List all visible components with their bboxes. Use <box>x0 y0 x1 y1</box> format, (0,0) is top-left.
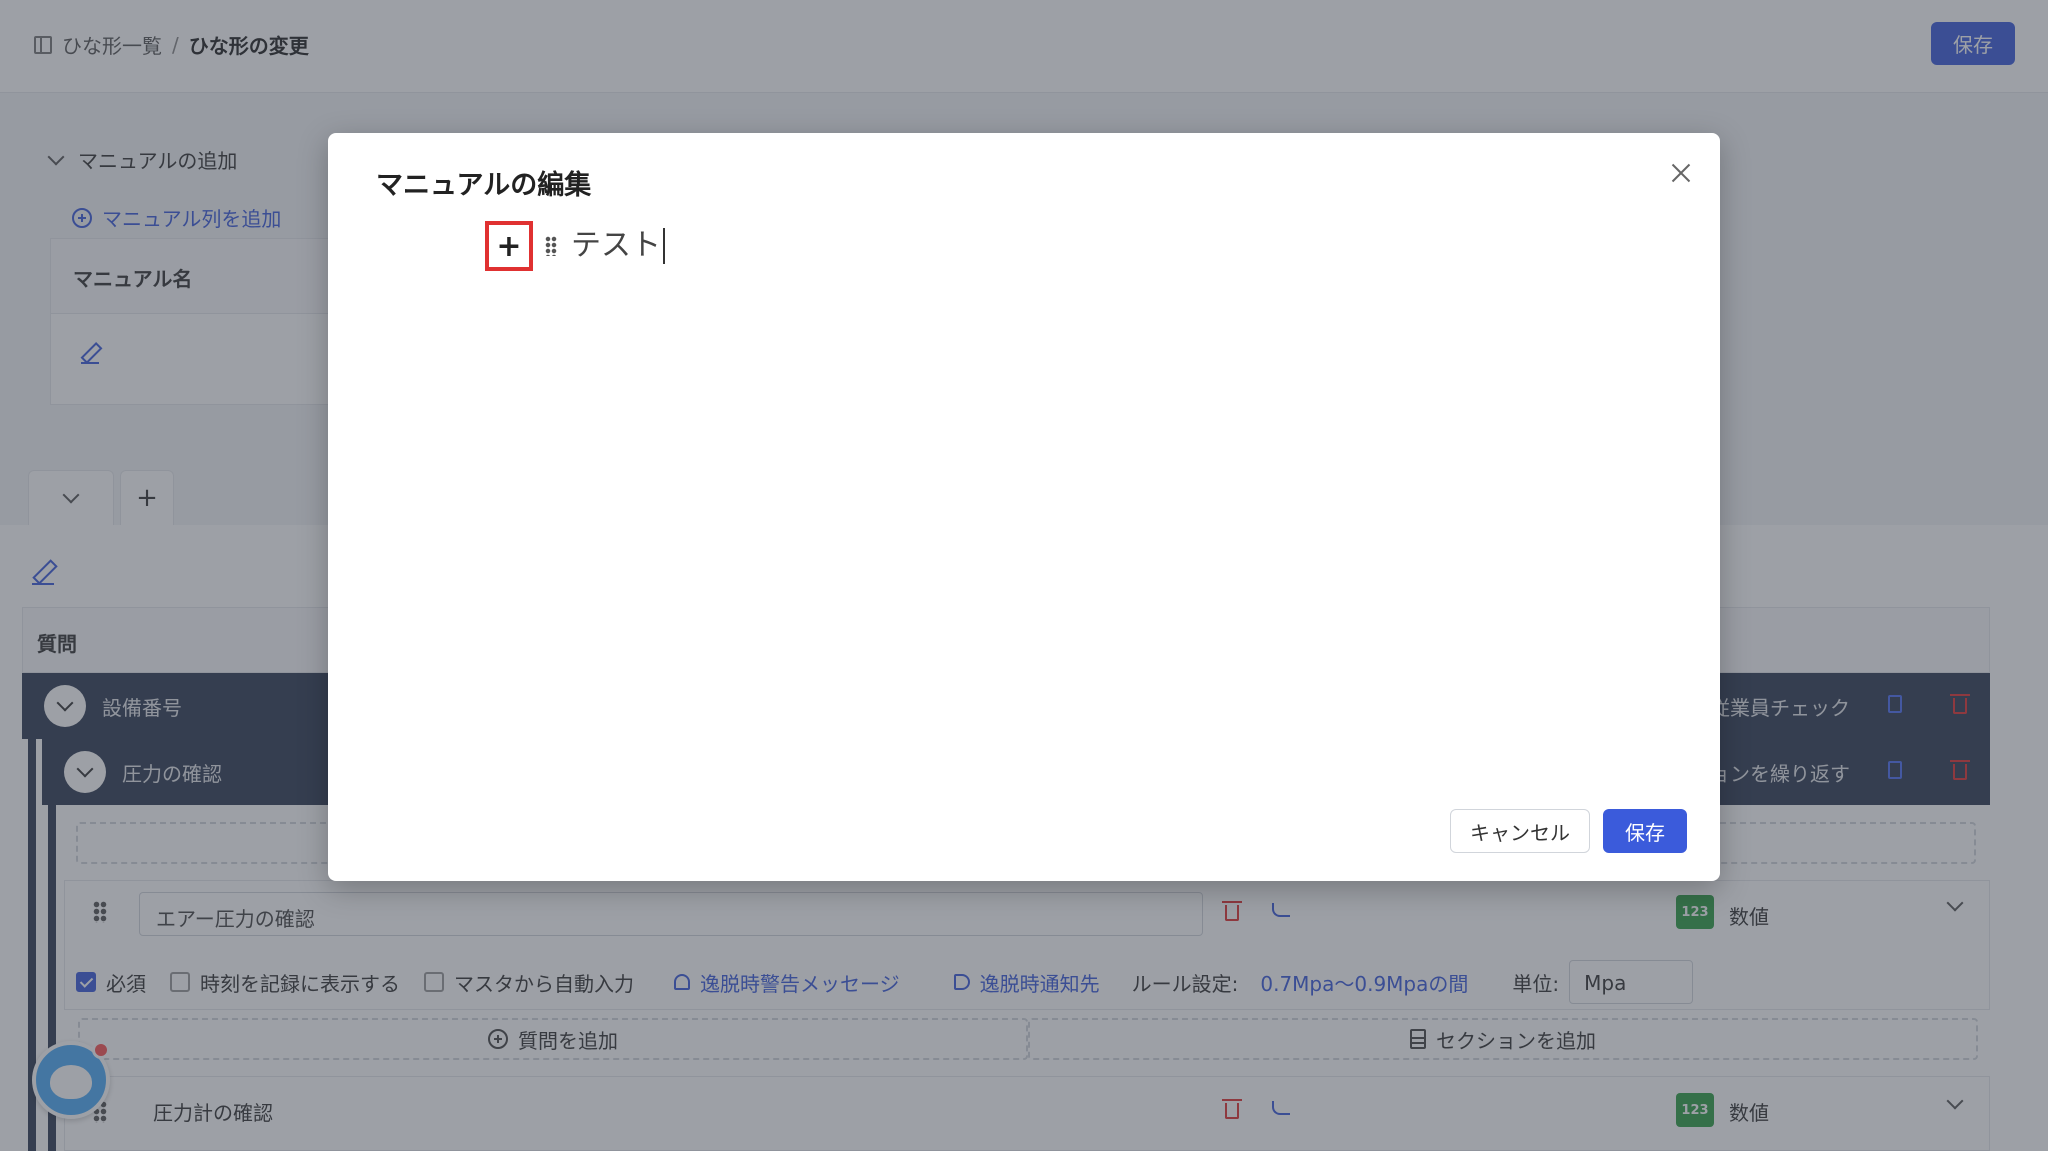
dialog-title: マニュアルの編集 <box>376 170 592 201</box>
drag-handle-icon[interactable] <box>545 236 557 256</box>
save-button[interactable]: 保存 <box>1603 809 1687 853</box>
edit-manual-dialog: マニュアルの編集 + テスト キャンセル 保存 <box>328 133 1720 881</box>
editor-text[interactable]: テスト <box>571 228 665 264</box>
close-icon[interactable] <box>1669 161 1693 185</box>
editor-block: + テスト <box>485 221 665 271</box>
add-block-button[interactable]: + <box>485 221 533 271</box>
cancel-button[interactable]: キャンセル <box>1450 809 1590 853</box>
